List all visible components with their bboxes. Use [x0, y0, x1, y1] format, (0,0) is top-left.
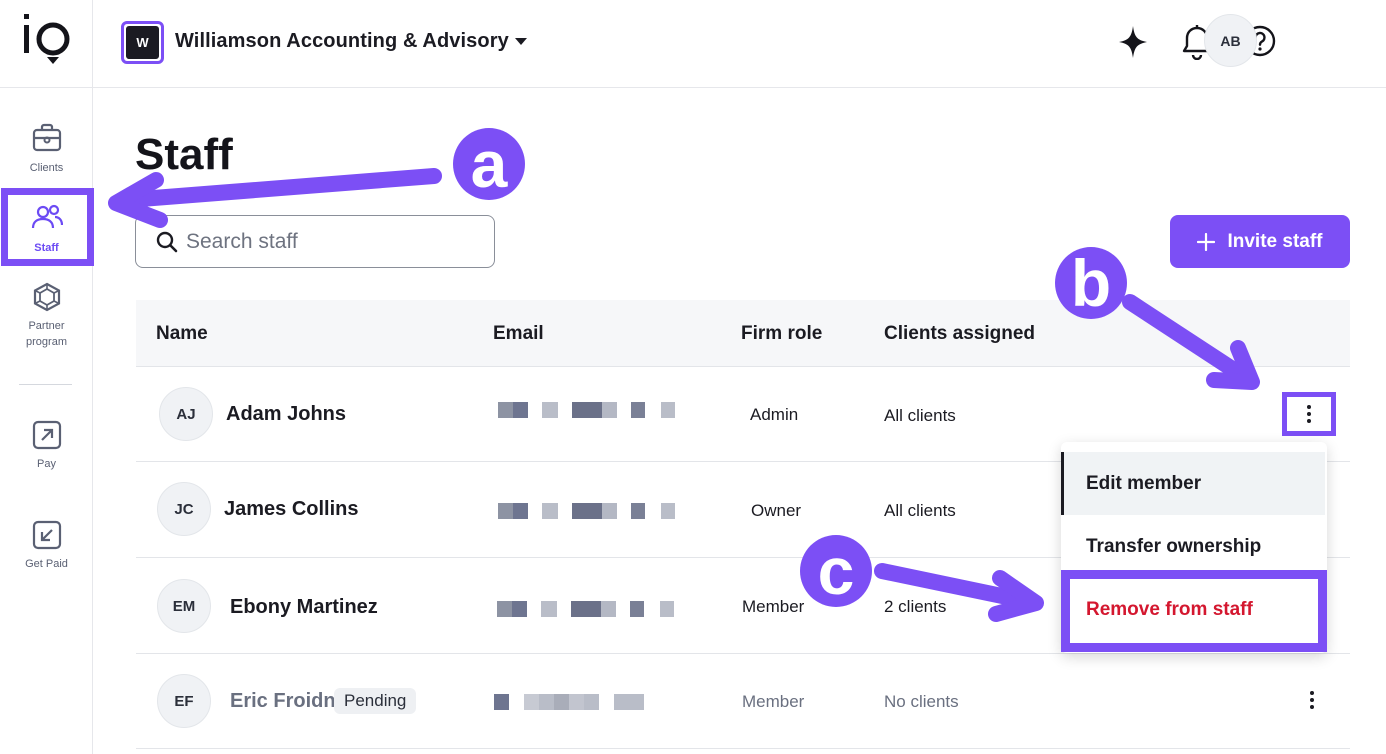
sidebar-item-clients[interactable]: Clients: [0, 122, 93, 176]
email-redacted: [494, 694, 644, 710]
status-badge: Pending: [334, 688, 417, 714]
annotation-badge-a: a: [453, 128, 525, 200]
firm-role: Admin: [750, 405, 799, 424]
column-header-name[interactable]: Name: [156, 323, 208, 345]
sidebar-item-label: Get Paid: [25, 558, 68, 570]
sidebar-item-get-paid[interactable]: Get Paid: [0, 520, 93, 572]
avatar: EM: [157, 579, 211, 633]
row-actions-button[interactable]: [1285, 678, 1339, 722]
remove-highlight-box: [1061, 570, 1327, 652]
table-header: Name Email Firm role Clients assigned: [136, 300, 1350, 367]
sidebar-item-label: Partner program: [26, 320, 67, 348]
more-vertical-icon: [1307, 405, 1311, 423]
clients-assigned: All clients: [884, 501, 956, 520]
sidebar-item-label: Clients: [29, 162, 64, 174]
arrow-down-left-box-icon: [32, 520, 61, 550]
plus-icon: [1197, 232, 1216, 251]
sidebar-item-label: Pay: [37, 458, 56, 470]
sparkle-icon[interactable]: [1117, 24, 1149, 60]
avatar: JC: [157, 482, 211, 536]
page-title: Staff: [135, 130, 233, 179]
sidebar-divider: [19, 384, 72, 385]
column-header-email[interactable]: Email: [493, 323, 544, 345]
column-header-clients-assigned[interactable]: Clients assigned: [884, 323, 1035, 345]
firm-switcher[interactable]: Williamson Accounting & Advisory: [175, 30, 509, 53]
sidebar-divider: [0, 87, 93, 88]
staff-name: Ebony Martinez: [230, 596, 378, 618]
arrow-a-head: [108, 172, 168, 228]
annotation-badge-b: b: [1055, 247, 1127, 319]
invite-label: Invite staff: [1227, 230, 1323, 252]
avatar: EF: [157, 674, 211, 728]
clients-assigned: All clients: [884, 406, 956, 425]
email-redacted: [498, 503, 675, 519]
clients-assigned: 2 clients: [884, 597, 947, 616]
avatar: AJ: [159, 387, 213, 441]
search-icon: [156, 231, 178, 252]
briefcase-icon: [32, 123, 61, 152]
user-avatar[interactable]: AB: [1204, 14, 1257, 67]
more-vertical-icon: [1310, 691, 1314, 709]
firm-initial: W: [126, 26, 159, 59]
firm-role: Owner: [751, 501, 802, 520]
arrow-up-right-box-icon: [32, 420, 61, 450]
search-input[interactable]: [186, 229, 486, 254]
email-redacted: [497, 601, 674, 617]
io-logo[interactable]: [22, 12, 72, 70]
annotation-badge-c: c: [800, 535, 872, 607]
staff-name: Eric Froidn: [230, 690, 336, 712]
firm-avatar[interactable]: W: [121, 21, 164, 64]
firm-role: Member: [742, 692, 805, 711]
menu-item-transfer-ownership[interactable]: Transfer ownership: [1061, 515, 1325, 578]
sidebar-item-pay[interactable]: Pay: [0, 420, 93, 472]
row-actions-button[interactable]: [1282, 392, 1336, 436]
hexagon-gem-icon: [33, 282, 60, 312]
menu-item-edit-member[interactable]: Edit member: [1061, 452, 1325, 515]
chevron-down-icon[interactable]: [515, 38, 527, 45]
table-row[interactable]: EF Eric Froidn Pending Member No clients: [136, 654, 1350, 749]
email-redacted: [498, 402, 675, 418]
clients-assigned: No clients: [884, 692, 959, 711]
sidebar: Clients Staff Partner program Pay Get Pa…: [0, 0, 94, 754]
firm-role: Member: [742, 597, 805, 616]
staff-highlight-box: [1, 188, 94, 266]
staff-name: James Collins: [224, 498, 359, 520]
column-header-firm-role[interactable]: Firm role: [741, 323, 822, 345]
top-header: W Williamson Accounting & Advisory AB: [93, 0, 1386, 88]
invite-staff-button[interactable]: Invite staff: [1170, 215, 1350, 268]
staff-name: Adam Johns: [226, 403, 347, 425]
sidebar-item-partner-program[interactable]: Partner program: [0, 282, 93, 350]
search-field[interactable]: [135, 215, 495, 268]
